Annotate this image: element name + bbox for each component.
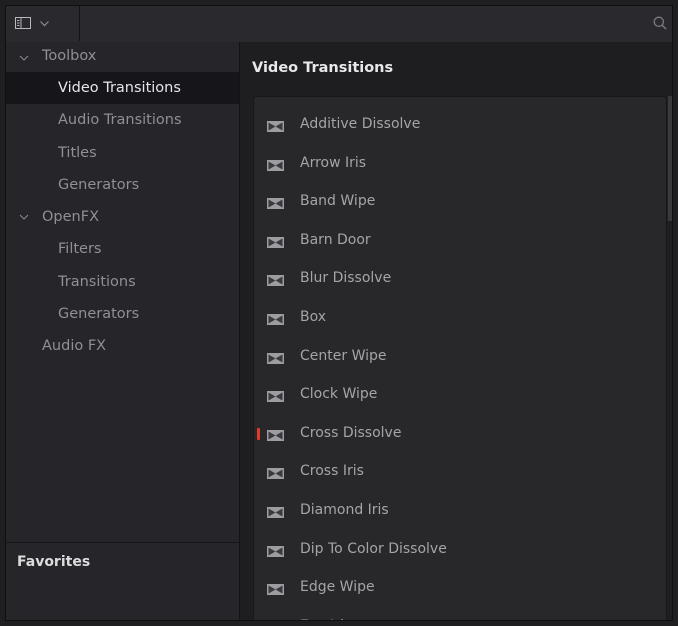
sidebar-item-label: OpenFX — [42, 209, 100, 226]
transition-icon — [267, 275, 284, 287]
list-item[interactable]: Center Wipe — [254, 339, 666, 377]
toolbar — [6, 6, 672, 43]
list-item-label: Band Wipe — [300, 193, 376, 210]
list-item-label: Barn Door — [300, 231, 371, 248]
list-item-label: Arrow Iris — [300, 154, 367, 171]
list-item[interactable]: Barn Door — [254, 223, 666, 261]
sidebar-item-label: Audio FX — [42, 338, 107, 355]
sidebar-item-label: Filters — [58, 241, 102, 258]
main-panel: Video Transitions Additive Dissolve Arrow… — [240, 42, 672, 620]
list-item-label: Cross Iris — [300, 463, 364, 480]
list-item-label: Center Wipe — [300, 347, 387, 364]
list-item[interactable]: Arrow Iris — [254, 146, 666, 184]
list-item[interactable]: Cross Iris — [254, 454, 666, 492]
list-item[interactable]: Diamond Iris — [254, 493, 666, 531]
chevron-down-icon[interactable] — [19, 212, 29, 222]
sidebar-item-label: Video Transitions — [58, 80, 181, 96]
list-item[interactable]: Additive Dissolve — [254, 107, 666, 145]
transition-icon — [267, 545, 284, 557]
category-tree: Toolbox Video Transitions Audio Transition… — [6, 42, 239, 363]
sidebar-item-label: Generators — [58, 176, 140, 193]
transition-icon — [267, 391, 284, 403]
chevron-down-icon[interactable] — [19, 53, 29, 63]
list-item-label: Dip To Color Dissolve — [300, 540, 447, 557]
sidebar-item-label: Generators — [58, 306, 140, 323]
sidebar-item-label: Toolbox — [42, 48, 97, 64]
transition-icon — [267, 352, 284, 364]
list-item-label: Edge Wipe — [300, 579, 375, 596]
chevron-down-icon — [40, 21, 49, 27]
sidebar-item[interactable]: Titles — [6, 137, 239, 169]
transition-icon — [267, 429, 284, 441]
sidebar-item[interactable]: Audio FX — [6, 330, 239, 362]
transitions-list[interactable]: Additive Dissolve Arrow Iris Band Wipe Barn… — [253, 96, 667, 620]
search-icon[interactable] — [653, 16, 667, 30]
scrollbar[interactable] — [668, 96, 672, 221]
sidebar-item[interactable]: Filters — [6, 233, 239, 265]
sidebar: Toolbox Video Transitions Audio Transition… — [6, 42, 240, 620]
transition-icon — [267, 198, 284, 210]
list-item-label: Additive Dissolve — [300, 116, 421, 132]
list-item[interactable]: Eye Iris — [254, 609, 666, 620]
transition-icon — [267, 236, 284, 248]
list-item-label: Box — [300, 309, 327, 325]
favorites-header[interactable]: Favorites — [17, 554, 90, 570]
sidebar-item-label: Titles — [58, 144, 97, 161]
list-item-label: Clock Wipe — [300, 386, 378, 403]
transition-icon — [267, 584, 284, 596]
transition-icon — [267, 468, 284, 480]
sidebar-item-label: Transitions — [58, 273, 136, 290]
list-item[interactable]: Dip To Color Dissolve — [254, 532, 666, 570]
list-item-label: Diamond Iris — [300, 502, 389, 518]
sidebar-item[interactable]: OpenFX — [6, 201, 239, 233]
sidebar-item[interactable]: Generators — [6, 169, 239, 201]
marker-indicator — [257, 427, 260, 440]
list-item[interactable]: Band Wipe — [254, 184, 666, 222]
sidebar-item[interactable]: Audio Transitions — [6, 104, 239, 136]
sidebar-item-label: Audio Transitions — [58, 112, 182, 129]
list-item[interactable]: Clock Wipe — [254, 377, 666, 415]
list-item[interactable]: Edge Wipe — [254, 570, 666, 608]
transition-icon — [267, 121, 284, 132]
transition-icon — [267, 314, 284, 325]
sidebar-item[interactable]: Transitions — [6, 266, 239, 298]
panel-toggle-button[interactable] — [6, 6, 80, 41]
list-item-label: Cross Dissolve — [300, 424, 402, 441]
transition-icon — [267, 159, 284, 171]
list-item[interactable]: Cross Dissolve — [254, 416, 666, 454]
sidebar-item[interactable]: Toolbox — [6, 42, 239, 72]
sidebar-item[interactable]: Video Transitions — [6, 72, 239, 105]
favorites-divider — [6, 542, 239, 543]
list-item-label: Blur Dissolve — [300, 270, 392, 287]
list-item[interactable]: Blur Dissolve — [254, 261, 666, 299]
list-item-label: Eye Iris — [300, 618, 351, 620]
transition-icon — [267, 507, 284, 518]
list-item[interactable]: Box — [254, 300, 666, 338]
sidebar-panel-icon — [15, 17, 31, 29]
sidebar-item[interactable]: Generators — [6, 298, 239, 330]
effects-library-window: Toolbox Video Transitions Audio Transition… — [5, 5, 673, 621]
page-title: Video Transitions — [252, 60, 394, 76]
